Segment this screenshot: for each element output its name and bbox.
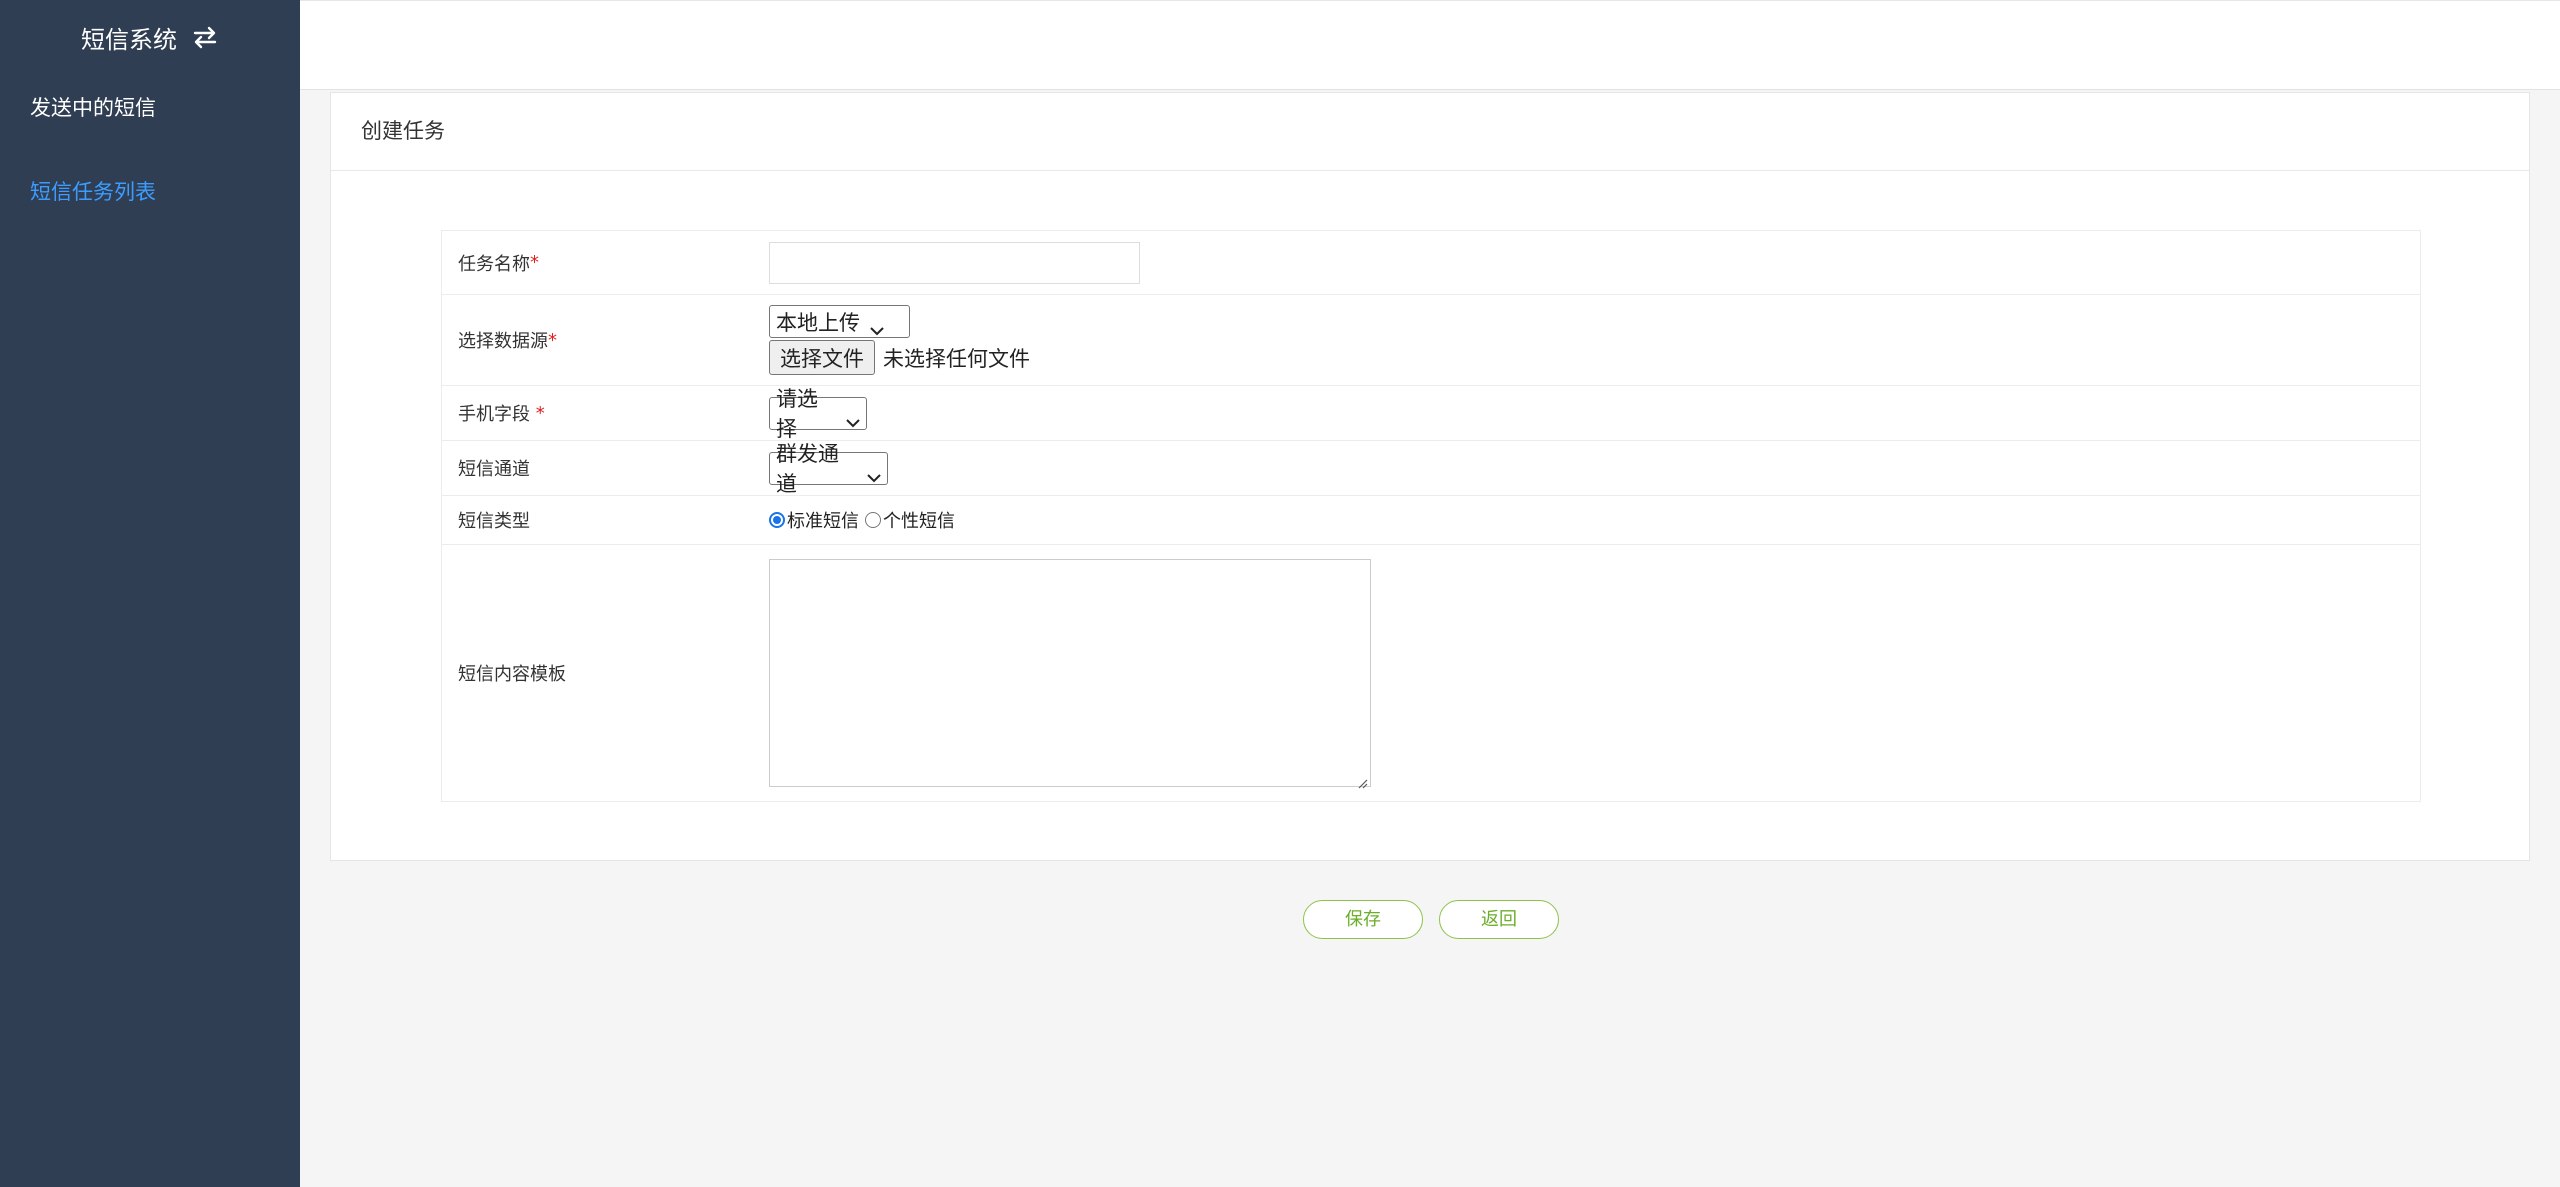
phone-field-select[interactable]: 请选择 xyxy=(769,387,867,441)
required-mark: * xyxy=(530,252,539,273)
data-source-select[interactable]: 本地上传 xyxy=(769,305,910,338)
phone-field-label-text: 手机字段 xyxy=(458,404,536,425)
sms-channel-label: 短信通道 xyxy=(458,459,530,480)
data-source-selected: 本地上传 xyxy=(776,310,860,335)
task-form: 任务名称 * 选择数据源 * 本地上传 选择文件 未选择任何文件 手机字段 * … xyxy=(441,230,2421,802)
sms-type-radio-group: 标准短信 个性短信 xyxy=(769,507,955,533)
chevron-down-icon xyxy=(846,409,860,427)
panel-title: 创建任务 xyxy=(331,93,2529,171)
create-task-panel: 创建任务 任务名称 * 选择数据源 * 本地上传 选择文件 未选择任何文件 手机… xyxy=(330,92,2530,861)
form-row-template: 短信内容模板 xyxy=(442,545,2420,801)
radio-standard-sms[interactable] xyxy=(769,512,785,528)
required-mark: * xyxy=(548,329,557,351)
data-source-label-text: 选择数据源 xyxy=(458,331,548,352)
phone-field-selected: 请选择 xyxy=(776,387,818,441)
task-name-label: 任务名称 * xyxy=(442,231,769,294)
chevron-down-icon xyxy=(870,317,884,336)
brand: 短信系统 xyxy=(0,0,300,74)
required-mark: * xyxy=(535,402,545,424)
file-status: 未选择任何文件 xyxy=(883,346,1030,371)
sms-type-label: 短信类型 xyxy=(458,511,530,532)
form-row-phone-field: 手机字段 * 请选择 xyxy=(442,386,2420,441)
phone-field-label: 手机字段 * xyxy=(442,386,769,440)
back-button[interactable]: 返回 xyxy=(1439,900,1559,939)
sidebar: 短信系统 发送中的短信 短信任务列表 xyxy=(0,0,300,1187)
swap-icon[interactable] xyxy=(191,23,219,51)
data-source-label: 选择数据源 * xyxy=(442,295,769,385)
sidebar-item-sms-task-list[interactable]: 短信任务列表 xyxy=(0,150,300,234)
save-button[interactable]: 保存 xyxy=(1303,900,1423,939)
form-row-data-source: 选择数据源 * 本地上传 选择文件 未选择任何文件 xyxy=(442,295,2420,386)
radio-personal-sms-label[interactable]: 个性短信 xyxy=(883,507,955,533)
resize-grip-icon[interactable] xyxy=(1358,774,1368,789)
sidebar-item-sending-sms[interactable]: 发送中的短信 xyxy=(0,66,300,150)
sms-channel-selected: 群发通道 xyxy=(776,442,839,496)
sms-channel-select[interactable]: 群发通道 xyxy=(769,442,888,496)
form-row-task-name: 任务名称 * xyxy=(442,231,2420,295)
app-title: 短信系统 xyxy=(81,25,177,54)
task-name-input[interactable] xyxy=(769,241,1140,284)
top-header xyxy=(300,0,2560,90)
form-row-sms-channel: 短信通道 群发通道 xyxy=(442,441,2420,496)
template-label: 短信内容模板 xyxy=(458,664,566,685)
template-textarea[interactable] xyxy=(769,559,1371,789)
radio-standard-sms-label[interactable]: 标准短信 xyxy=(787,507,859,533)
task-name-label-text: 任务名称 xyxy=(458,253,530,275)
chevron-down-icon xyxy=(867,464,881,482)
radio-personal-sms[interactable] xyxy=(865,512,881,528)
form-row-sms-type: 短信类型 标准短信 个性短信 xyxy=(442,496,2420,545)
choose-file-button[interactable]: 选择文件 xyxy=(769,340,875,375)
